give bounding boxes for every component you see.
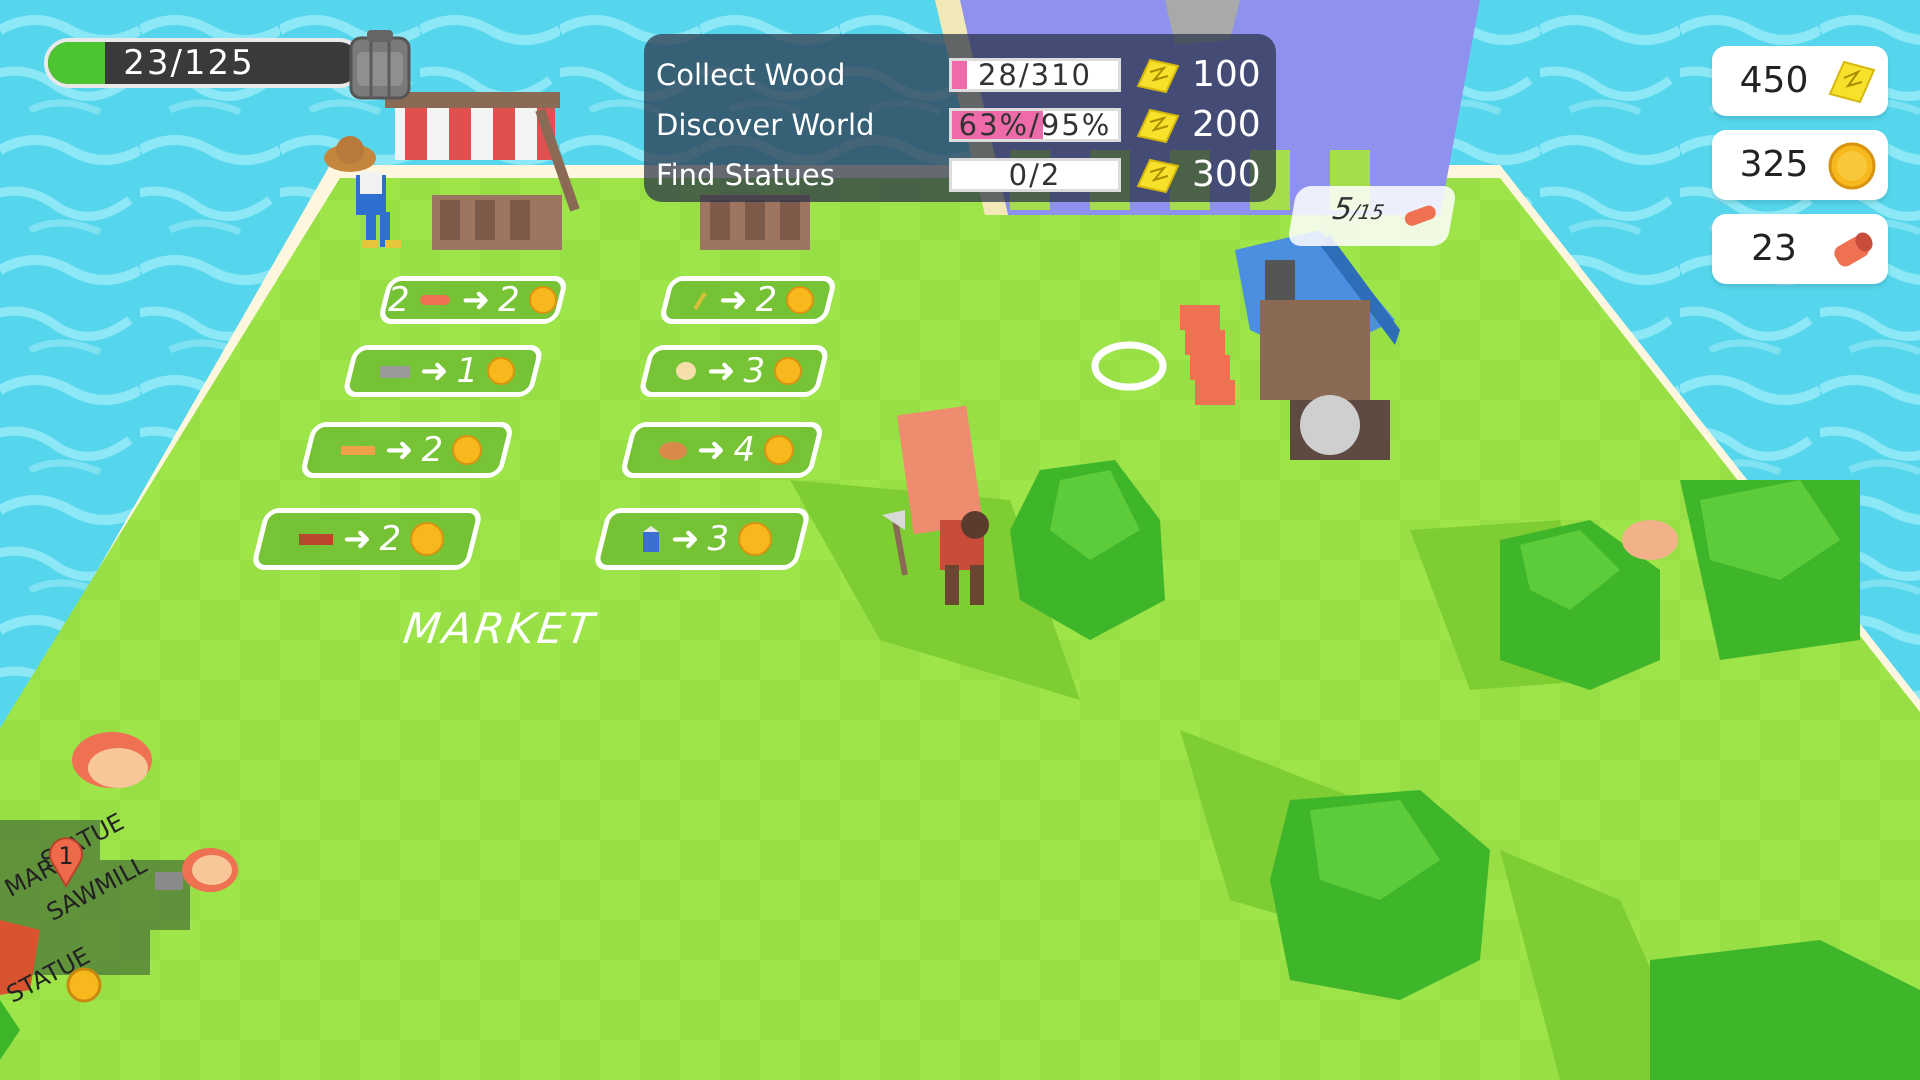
- trade-price: 1: [456, 351, 479, 391]
- quest-row[interactable]: Discover World 63%/95% 200: [644, 100, 1276, 150]
- quest-row[interactable]: Collect Wood 28/310 100: [644, 50, 1276, 100]
- quest-progress-text: 63%/95%: [958, 108, 1112, 142]
- ticket-icon: [1136, 58, 1180, 94]
- brick-icon: [298, 534, 333, 545]
- trade-tile-log[interactable]: 2 ➜ 2: [377, 276, 569, 324]
- coin-icon: [410, 522, 445, 556]
- backpack-icon[interactable]: [345, 28, 415, 104]
- coin-icon: [452, 435, 483, 465]
- trade-price: 2: [755, 280, 778, 320]
- trade-tile-brick[interactable]: ➜ 2: [250, 508, 484, 570]
- quest-progress-text: 0/2: [1008, 158, 1062, 192]
- bread-icon: [658, 442, 687, 460]
- sawmill-storage-badge: 5/15: [1286, 186, 1458, 246]
- trade-price: 3: [707, 519, 730, 559]
- quest-name: Discover World: [656, 108, 875, 142]
- ticket-icon: [1136, 108, 1180, 144]
- quest-progress-bar: 28/310: [949, 58, 1121, 92]
- coins-counter[interactable]: 325: [1712, 130, 1888, 200]
- quest-reward: 200: [1192, 104, 1261, 145]
- logs-counter[interactable]: 23: [1712, 214, 1888, 284]
- ticket-icon: [1828, 60, 1876, 104]
- sawmill-capacity: /15: [1349, 200, 1387, 224]
- tickets-counter[interactable]: 450: [1712, 46, 1888, 116]
- stone-icon: [379, 366, 410, 378]
- logs-value: 23: [1751, 228, 1797, 269]
- trade-qty: 2: [388, 280, 410, 320]
- trade-price: 2: [379, 519, 402, 559]
- coin-icon: [528, 286, 557, 314]
- coin-icon: [774, 357, 803, 385]
- coin-icon: [738, 522, 773, 556]
- log-icon: [419, 295, 450, 305]
- trade-tile-egg[interactable]: ➜ 3: [637, 345, 831, 397]
- trade-tile-plank[interactable]: ➜ 2: [299, 422, 515, 478]
- coin-icon: [1828, 142, 1876, 190]
- minimap-pin-number: 1: [58, 842, 74, 870]
- trade-price: 2: [498, 280, 520, 320]
- tickets-value: 450: [1739, 60, 1809, 101]
- wheat-icon: [693, 291, 707, 311]
- quest-progress-bar: 63%/95%: [949, 108, 1121, 142]
- quest-reward: 300: [1192, 154, 1261, 195]
- market-label: MARKET: [400, 604, 600, 653]
- egg-icon: [675, 362, 696, 380]
- quest-name: Collect Wood: [656, 58, 846, 92]
- trade-tile-stone[interactable]: ➜ 1: [341, 345, 545, 397]
- quest-panel: Collect Wood 28/310 100 Discover World 6…: [644, 34, 1276, 202]
- trade-price: 3: [743, 351, 766, 391]
- backpack-capacity-bar: 23/125: [44, 38, 364, 88]
- quest-row[interactable]: Find Statues 0/2 300: [644, 150, 1276, 200]
- ticket-icon: [1136, 158, 1180, 194]
- trade-tile-milk[interactable]: ➜ 3: [592, 508, 812, 570]
- quest-progress-text: 28/310: [977, 58, 1093, 92]
- coin-icon: [764, 435, 795, 465]
- milk-carton-icon: [642, 526, 659, 552]
- log-icon: [1404, 205, 1436, 226]
- market-stall-2[interactable]: [700, 195, 810, 250]
- quest-reward: 100: [1192, 54, 1261, 95]
- trade-price: 4: [733, 430, 756, 470]
- trade-tile-bread[interactable]: ➜ 4: [619, 422, 825, 478]
- backpack-capacity-text: 23/125: [123, 43, 255, 83]
- coin-icon: [487, 357, 516, 385]
- trade-price: 2: [421, 430, 444, 470]
- trade-tile-wheat[interactable]: ➜ 2: [658, 276, 838, 324]
- quest-name: Find Statues: [656, 158, 835, 192]
- coins-value: 325: [1739, 144, 1809, 185]
- plank-icon: [340, 446, 375, 455]
- log-icon: [1834, 232, 1873, 267]
- quest-progress-bar: 0/2: [949, 158, 1121, 192]
- coin-icon: [786, 286, 815, 314]
- minimap-location-pin[interactable]: 1: [46, 836, 86, 888]
